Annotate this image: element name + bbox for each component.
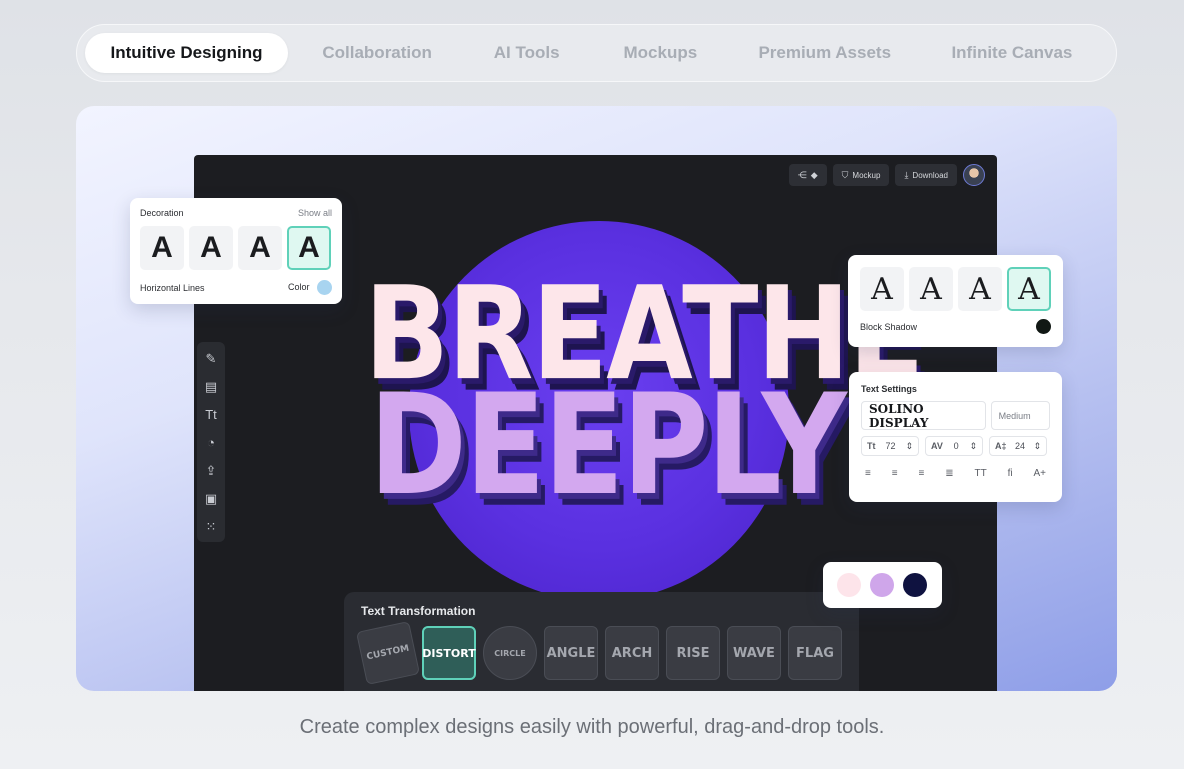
text-transformation-panel: Text Transformation CUSTOM DISTORT CIRCL… — [344, 592, 859, 691]
letter-spacing-stepper[interactable]: AV 0 ⇕ — [925, 436, 983, 456]
editor-topbar: ⋲ ◆ ⛉ Mockup ⤓ Download — [788, 164, 985, 186]
align-justify-icon[interactable]: ≣ — [945, 468, 953, 479]
text-settings-panel: Text Settings SOLINO DISPLAY Medium Tt 72… — [849, 372, 1062, 502]
palette-color-3[interactable] — [903, 573, 927, 597]
transform-arch[interactable]: ARCH — [605, 626, 659, 680]
transform-wave[interactable]: WAVE — [727, 626, 781, 680]
share-icon: ⋲ — [797, 169, 807, 180]
layout-icon[interactable]: ▤ — [205, 378, 217, 395]
stepper-icon: ⇕ — [905, 440, 913, 451]
tab-intuitive-designing[interactable]: Intuitive Designing — [85, 33, 289, 73]
artwork-line-deeply[interactable]: DEEPLY — [369, 375, 847, 514]
feature-tabs: Intuitive Designing Collaboration AI Too… — [76, 24, 1117, 82]
tab-infinite-canvas[interactable]: Infinite Canvas — [916, 33, 1108, 73]
download-label: Download — [912, 170, 948, 180]
mockup-label: Mockup — [852, 170, 881, 180]
download-button[interactable]: ⤓ Download — [895, 164, 957, 186]
left-toolbar: ✎ ▤ Tt ◔ ⇪ ▣ ⁙ — [197, 342, 225, 542]
shadow-option-2[interactable]: A — [909, 267, 953, 311]
shadow-color-swatch[interactable] — [1036, 319, 1051, 334]
decoration-panel: Decoration Show all A A A A Horizontal L… — [130, 198, 342, 304]
feature-caption: Create complex designs easily with power… — [299, 716, 885, 738]
mockup-button[interactable]: ⛉ Mockup — [832, 164, 890, 186]
avatar[interactable] — [963, 164, 985, 186]
transform-circle[interactable]: CIRCLE — [483, 626, 537, 680]
decoration-title: Decoration — [140, 208, 184, 218]
shapes-icon[interactable]: ◔ — [207, 434, 215, 451]
decoration-style-label: Horizontal Lines — [140, 282, 205, 293]
more-text-options-button[interactable]: A+ — [1033, 468, 1046, 479]
color-label: Color — [287, 281, 310, 292]
decoration-color-swatch[interactable] — [317, 280, 332, 295]
decoration-option-1[interactable]: A — [140, 226, 184, 270]
font-weight-select[interactable]: Medium — [990, 401, 1050, 430]
palette-color-2[interactable] — [870, 573, 894, 597]
download-icon: ⤓ — [904, 169, 909, 180]
transform-flag[interactable]: FLAG — [788, 626, 842, 680]
grid-icon[interactable]: ⁙ — [206, 518, 217, 535]
font-family-select[interactable]: SOLINO DISPLAY — [861, 401, 986, 430]
palette-color-1[interactable] — [837, 573, 861, 597]
block-shadow-panel: A A A A Block Shadow — [848, 255, 1063, 347]
decoration-option-4[interactable]: A — [287, 226, 331, 270]
transform-custom[interactable]: CUSTOM — [355, 620, 421, 686]
show-all-link[interactable]: Show all — [298, 208, 332, 218]
image-icon[interactable]: ▣ — [205, 490, 217, 507]
color-palette — [823, 562, 942, 608]
tab-premium-assets[interactable]: Premium Assets — [734, 33, 916, 73]
line-height-stepper[interactable]: A‡ 24 ⇕ — [989, 436, 1047, 456]
align-left-icon[interactable]: ≡ — [865, 468, 871, 479]
shadow-option-3[interactable]: A — [958, 267, 1002, 311]
ligature-button[interactable]: fi — [1008, 468, 1013, 479]
bell-icon: ◆ — [810, 169, 818, 180]
font-size-stepper[interactable]: Tt 72 ⇕ — [861, 436, 919, 456]
feature-showcase: ⋲ ◆ ⛉ Mockup ⤓ Download BREATHE DEEPLY ✎… — [76, 106, 1117, 691]
transform-distort[interactable]: DISTORT — [422, 626, 476, 680]
shirt-icon: ⛉ — [841, 169, 849, 180]
text-settings-title: Text Settings — [861, 384, 917, 394]
shadow-option-1[interactable]: A — [860, 267, 904, 311]
share-notify-group[interactable]: ⋲ ◆ — [788, 164, 827, 186]
shadow-option-4[interactable]: A — [1007, 267, 1051, 311]
block-shadow-label: Block Shadow — [860, 321, 918, 332]
edit-icon[interactable]: ✎ — [206, 350, 217, 367]
align-center-icon[interactable]: ≡ — [892, 468, 898, 479]
tab-mockups[interactable]: Mockups — [587, 33, 734, 73]
text-transformation-title: Text Transformation — [361, 604, 476, 618]
decoration-option-2[interactable]: A — [189, 226, 233, 270]
transform-rise[interactable]: RISE — [666, 626, 720, 680]
align-right-icon[interactable]: ≡ — [918, 468, 924, 479]
stepper-icon: ⇕ — [969, 440, 977, 451]
upload-icon[interactable]: ⇪ — [206, 462, 217, 479]
tab-ai-tools[interactable]: AI Tools — [466, 33, 587, 73]
text-case-button[interactable]: TT — [974, 468, 986, 479]
transform-angle[interactable]: ANGLE — [544, 626, 598, 680]
decoration-option-3[interactable]: A — [238, 226, 282, 270]
stepper-icon: ⇕ — [1033, 440, 1041, 451]
tab-collaboration[interactable]: Collaboration — [288, 33, 466, 73]
text-icon[interactable]: Tt — [205, 406, 217, 423]
